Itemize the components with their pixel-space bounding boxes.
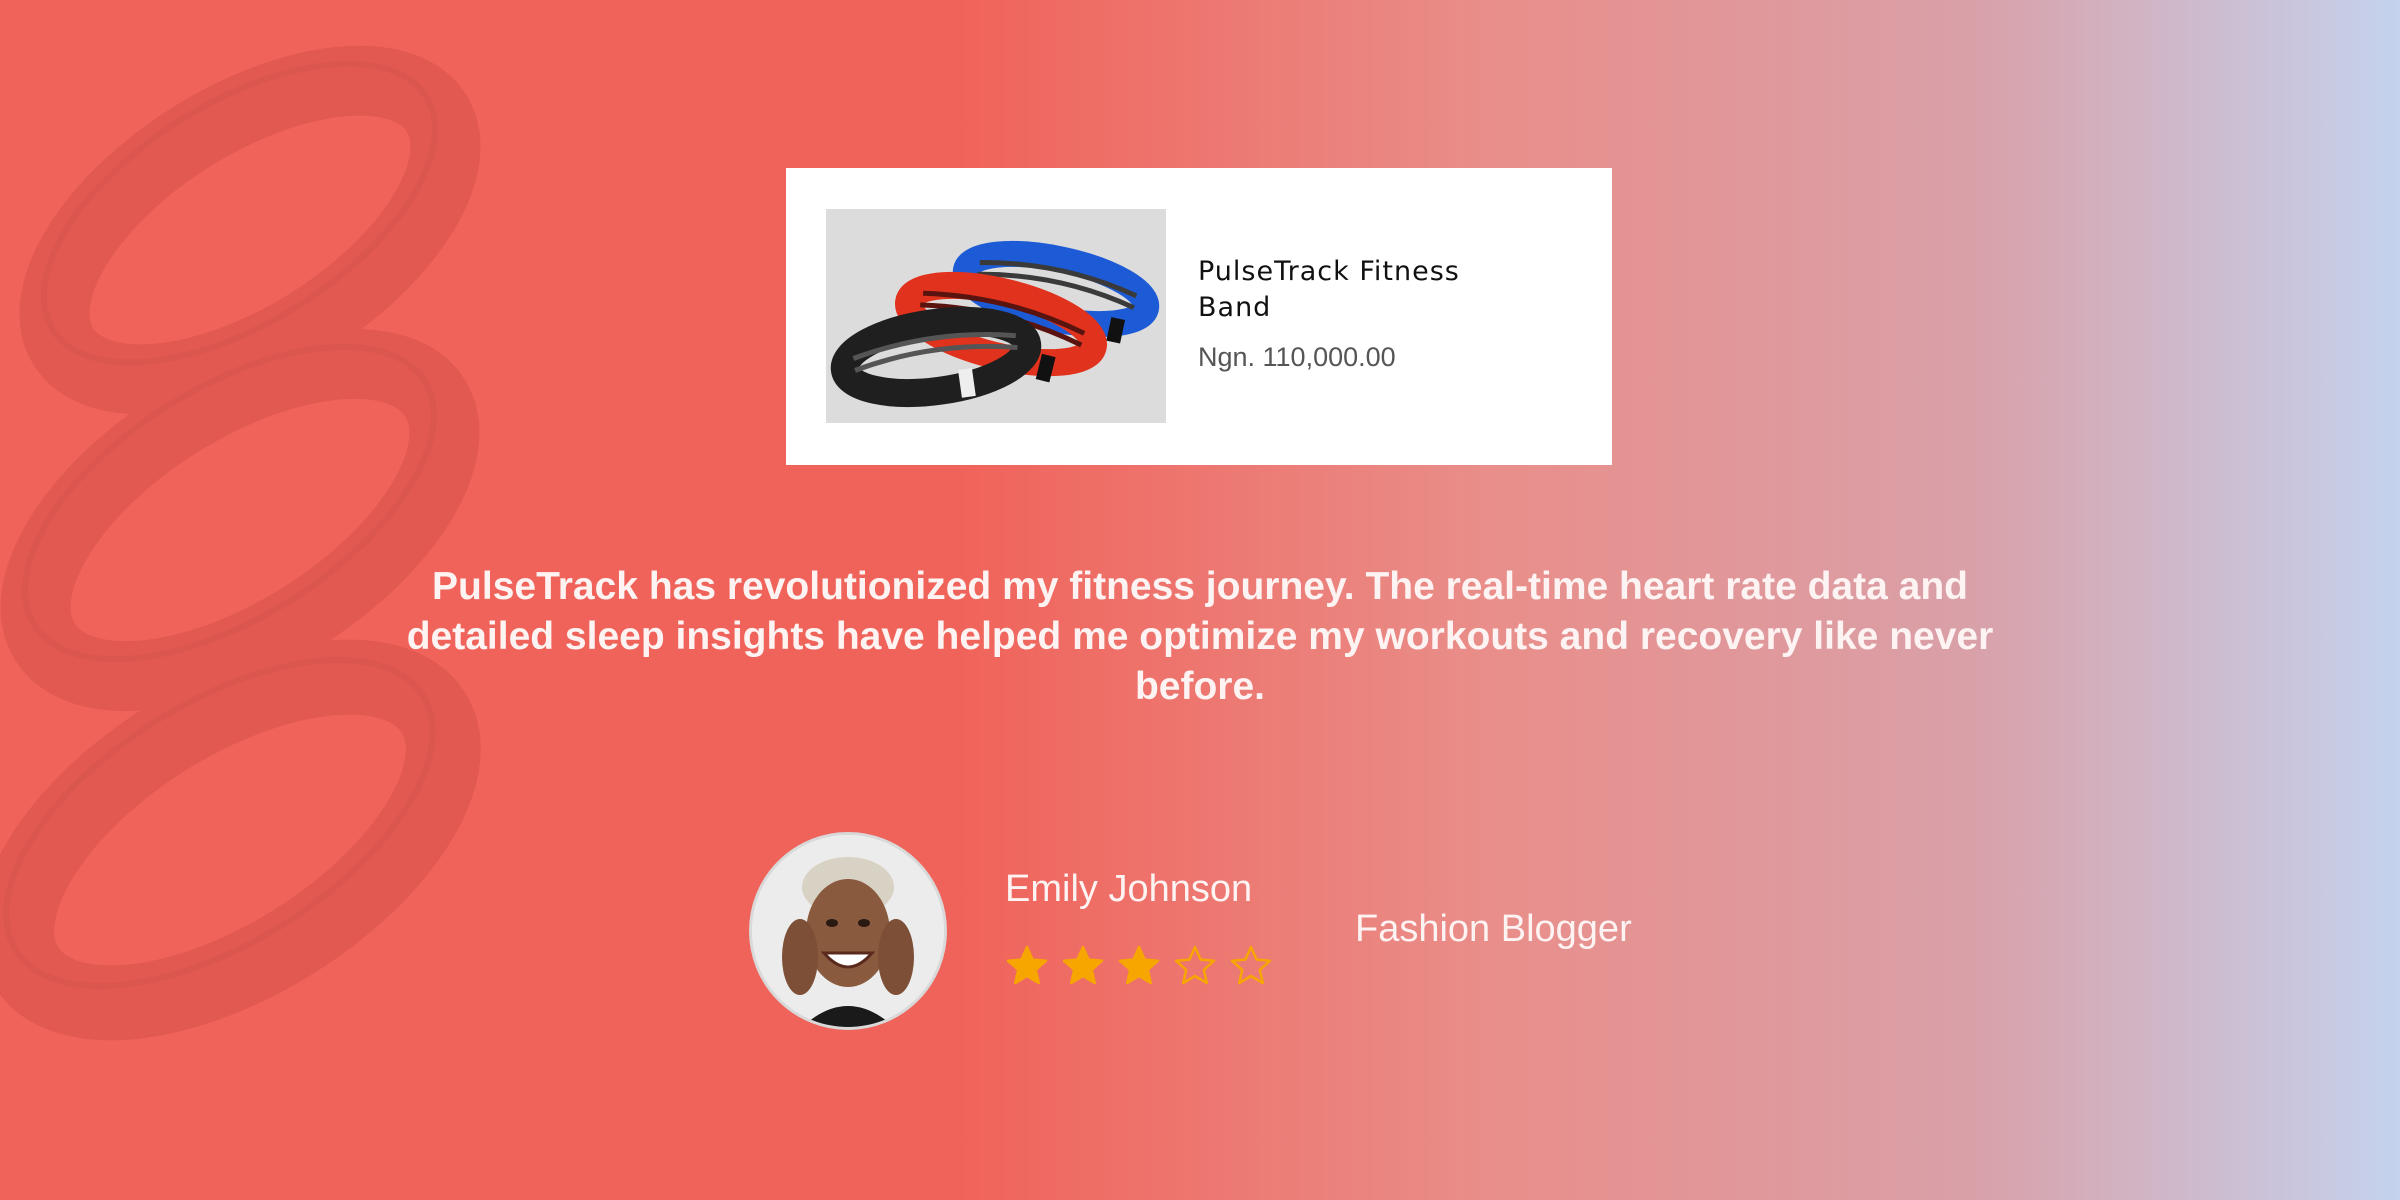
star-outline-icon — [1230, 945, 1272, 985]
product-card[interactable]: PulseTrack Fitness Band Ngn. 110,000.00 — [786, 168, 1612, 465]
resistance-bands-image — [826, 209, 1166, 423]
testimonial-quote: PulseTrack has revolutionized my fitness… — [406, 565, 1994, 708]
star-filled-icon — [1062, 945, 1104, 985]
star-outline-icon — [1174, 945, 1216, 985]
product-price: Ngn. 110,000.00 — [1198, 342, 1396, 372]
star-filled-icon — [1118, 945, 1160, 985]
rating-stars — [1005, 944, 1273, 988]
reviewer-role: Fashion Blogger — [1355, 908, 1632, 950]
reviewer-avatar — [749, 832, 947, 1030]
product-name[interactable]: PulseTrack Fitness Band — [1198, 254, 1528, 326]
reviewer-name: Emily Johnson — [1005, 868, 1253, 910]
star-filled-icon — [1006, 945, 1048, 985]
